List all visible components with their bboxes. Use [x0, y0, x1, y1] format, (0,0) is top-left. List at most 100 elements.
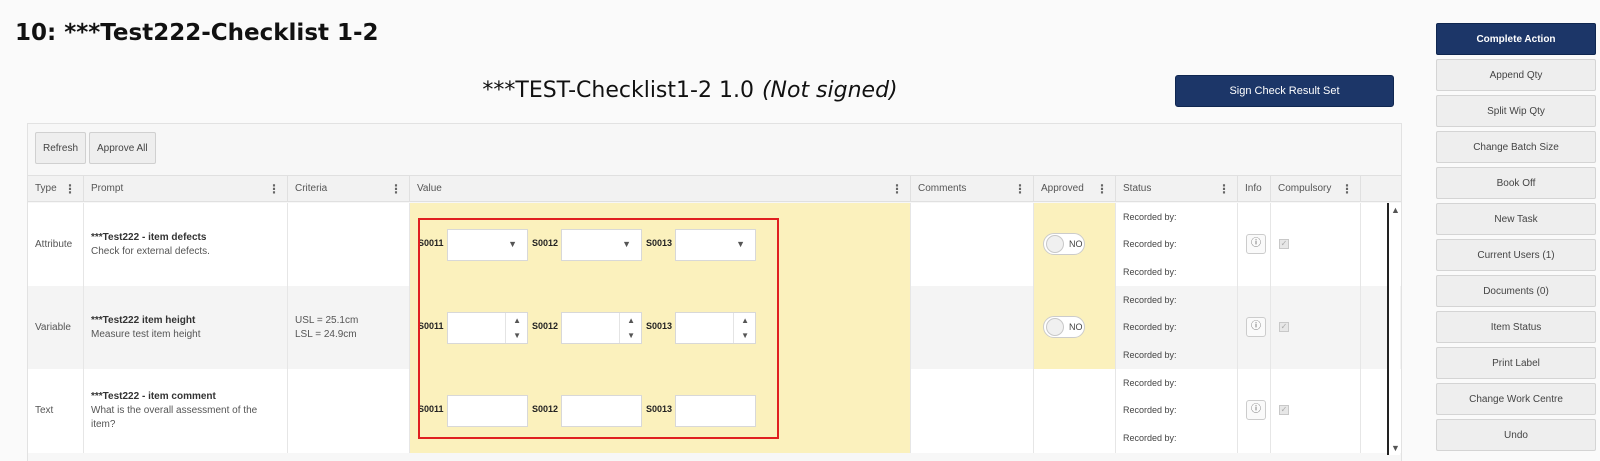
checklist-name: ***TEST-Checklist1-2 1.0: [482, 78, 754, 103]
scroll-up-icon[interactable]: ▲: [1391, 205, 1400, 215]
sample-text-input[interactable]: [447, 395, 528, 427]
grid-toolbar: Refresh Approve All: [35, 132, 156, 164]
sample-number-input[interactable]: ▲ ▼: [675, 312, 756, 344]
page-title: 10: ***Test222-Checklist 1-2: [15, 20, 379, 46]
comments-cell[interactable]: [911, 369, 1034, 453]
caret-down-icon: ▼: [736, 239, 745, 249]
status-text: Recorded by:: [1123, 350, 1177, 360]
spin-up-icon[interactable]: ▲: [627, 316, 635, 325]
prompt-description: What is the overall assessment of the it…: [91, 405, 258, 430]
column-header-criteria[interactable]: Criteria ⋮: [288, 176, 410, 202]
change-work-centre-button[interactable]: Change Work Centre: [1436, 383, 1596, 415]
status-text: Recorded by:: [1123, 322, 1177, 332]
change-batch-size-button[interactable]: Change Batch Size: [1436, 131, 1596, 163]
sample-text-input[interactable]: [561, 395, 642, 427]
prompt-title: ***Test222 - item comment: [91, 391, 216, 402]
status-text: Recorded by:: [1123, 378, 1177, 388]
documents-button[interactable]: Documents (0): [1436, 275, 1596, 307]
sample-label: S0011: [418, 404, 444, 414]
info-icon[interactable]: ⓘ: [1246, 317, 1266, 337]
criteria-cell: [288, 369, 410, 453]
sample-label: S0012: [532, 404, 559, 414]
column-header-value[interactable]: Value ⋮: [410, 176, 911, 202]
sample-number-input[interactable]: ▲ ▼: [561, 312, 642, 344]
book-off-button[interactable]: Book Off: [1436, 167, 1596, 199]
info-icon[interactable]: ⓘ: [1246, 400, 1266, 420]
caret-down-icon: ▼: [508, 239, 517, 249]
compulsory-checkbox: ✓: [1279, 322, 1289, 332]
column-menu-icon[interactable]: ⋮: [1096, 176, 1108, 202]
scroll-down-icon[interactable]: ▼: [1391, 443, 1400, 453]
split-wip-qty-button[interactable]: Split Wip Qty: [1436, 95, 1596, 127]
approved-toggle[interactable]: NO: [1043, 233, 1085, 255]
scroll-track[interactable]: [1387, 203, 1389, 455]
prompt-description: Measure test item height: [91, 328, 201, 340]
column-menu-icon[interactable]: ⋮: [1218, 176, 1230, 202]
sample-label: S0013: [646, 404, 673, 414]
value-cell: S0011 ▲ ▼ S0012 ▲ ▼ S0013 ▲ ▼: [410, 286, 911, 369]
comments-cell[interactable]: [911, 286, 1034, 369]
toggle-knob: [1046, 235, 1064, 253]
comments-cell[interactable]: [911, 203, 1034, 286]
spin-down-icon[interactable]: ▼: [627, 331, 635, 340]
prompt-description: Check for external defects.: [91, 245, 210, 257]
spin-down-icon[interactable]: ▼: [513, 331, 521, 340]
spin-up-icon[interactable]: ▲: [741, 316, 749, 325]
new-task-button[interactable]: New Task: [1436, 203, 1596, 235]
sample-label: S0013: [646, 321, 673, 331]
sample-dropdown[interactable]: ▼: [675, 229, 756, 261]
sample-dropdown[interactable]: ▼: [561, 229, 642, 261]
status-text: Recorded by:: [1123, 239, 1177, 249]
criteria-lsl: LSL = 24.9cm: [295, 328, 357, 340]
append-qty-button[interactable]: Append Qty: [1436, 59, 1596, 91]
compulsory-checkbox: ✓: [1279, 239, 1289, 249]
column-menu-icon[interactable]: ⋮: [390, 176, 402, 202]
undo-button[interactable]: Undo: [1436, 419, 1596, 451]
row-type: Text: [35, 405, 54, 416]
status-text: Recorded by:: [1123, 433, 1177, 443]
sample-dropdown[interactable]: ▼: [447, 229, 528, 261]
sample-label: S0012: [532, 238, 559, 248]
sample-label: S0012: [532, 321, 559, 331]
sample-number-input[interactable]: ▲ ▼: [447, 312, 528, 344]
caret-down-icon: ▼: [622, 239, 631, 249]
current-users-button[interactable]: Current Users (1): [1436, 239, 1596, 271]
column-header-approved[interactable]: Approved ⋮: [1034, 176, 1116, 202]
sample-label: S0011: [418, 238, 444, 248]
spin-down-icon[interactable]: ▼: [741, 331, 749, 340]
info-icon[interactable]: ⓘ: [1246, 234, 1266, 254]
compulsory-checkbox: ✓: [1279, 405, 1289, 415]
column-header-compulsory[interactable]: Compulsory ⋮: [1271, 176, 1361, 202]
criteria-cell: [288, 203, 410, 286]
status-text: Recorded by:: [1123, 212, 1177, 222]
sample-label: S0011: [418, 321, 444, 331]
complete-action-button[interactable]: Complete Action: [1436, 23, 1596, 55]
prompt-title: ***Test222 item height: [91, 314, 196, 326]
table-row: Variable ***Test222 item height Measure …: [28, 286, 1401, 369]
sign-check-result-set-button[interactable]: Sign Check Result Set: [1175, 75, 1394, 107]
value-cell: S0011 ▼ S0012 ▼ S0013 ▼: [410, 203, 911, 286]
grid-scrollbar[interactable]: ▲ ▼: [1387, 203, 1400, 455]
refresh-button[interactable]: Refresh: [35, 132, 87, 164]
column-header-comments[interactable]: Comments ⋮: [911, 176, 1034, 202]
table-row: Attribute ***Test222 - item defects Chec…: [28, 203, 1401, 286]
column-header-status[interactable]: Status ⋮: [1116, 176, 1238, 202]
row-type: Variable: [35, 321, 71, 333]
column-header-type[interactable]: Type ⋮: [28, 176, 84, 202]
column-header-prompt[interactable]: Prompt ⋮: [84, 176, 288, 202]
column-menu-icon[interactable]: ⋮: [1341, 176, 1353, 202]
print-label-button[interactable]: Print Label: [1436, 347, 1596, 379]
grid-header: Type ⋮ Prompt ⋮ Criteria ⋮ Value ⋮ Comments ⋮…: [28, 175, 1401, 202]
column-menu-icon[interactable]: ⋮: [268, 176, 280, 202]
spin-up-icon[interactable]: ▲: [513, 316, 521, 325]
column-menu-icon[interactable]: ⋮: [1014, 176, 1026, 202]
approve-all-button[interactable]: Approve All: [89, 132, 156, 164]
column-header-info[interactable]: Info: [1238, 176, 1271, 202]
sample-text-input[interactable]: [675, 395, 756, 427]
prompt-title: ***Test222 - item defects: [91, 231, 207, 243]
status-text: Recorded by:: [1123, 405, 1177, 415]
approved-toggle[interactable]: NO: [1043, 316, 1085, 338]
column-menu-icon[interactable]: ⋮: [64, 176, 76, 202]
item-status-button[interactable]: Item Status: [1436, 311, 1596, 343]
column-menu-icon[interactable]: ⋮: [891, 176, 903, 202]
